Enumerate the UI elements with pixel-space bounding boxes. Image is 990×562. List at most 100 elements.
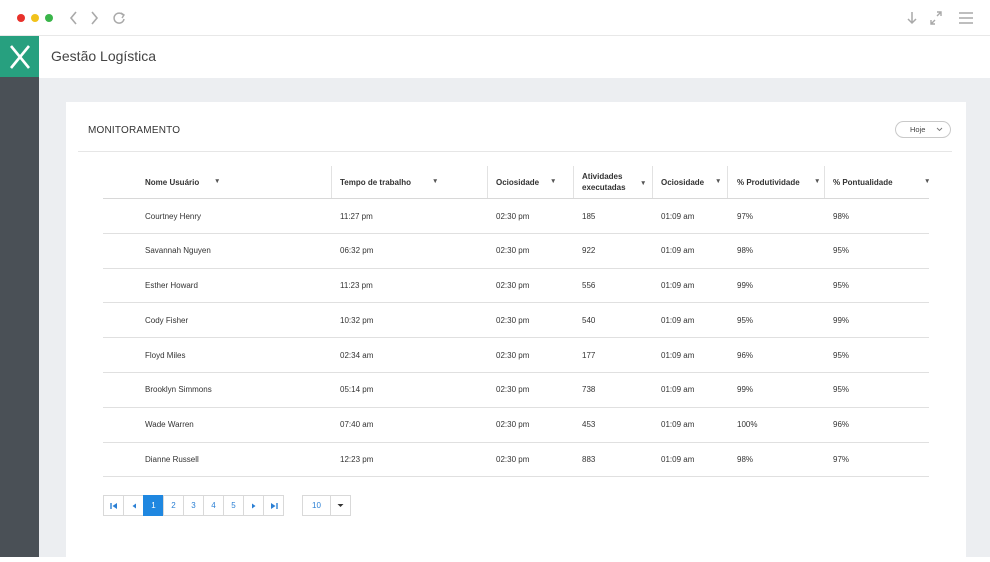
cell-ociosidade: 02:30 pm [496,211,530,221]
cell-tempo: 06:32 pm [340,246,374,256]
column-header-pontualidade[interactable]: % Pontualidade ▼ [833,166,930,198]
cell-tempo: 12:23 pm [340,455,374,465]
page-3-button[interactable]: 3 [183,495,204,516]
table-row[interactable]: Cody Fisher 10:32 pm 02:30 pm 540 01:09 am 95… [103,303,929,339]
cell-ociosidade: 02:30 pm [496,385,530,395]
cell-ociosidade: 02:30 pm [496,315,530,325]
table-row[interactable]: Courtney Henry 11:27 pm 02:30 pm 185 01:09 a… [103,199,929,234]
sort-arrow-icon[interactable]: ▼ [214,178,220,185]
column-header-tempo[interactable]: Tempo de trabalho ▼ [340,166,480,198]
table-row[interactable]: Floyd Miles 02:34 am 02:30 pm 177 01:09 am 96… [103,338,929,373]
column-header-produtividade[interactable]: % Produtividade ▼ [737,166,827,198]
column-divider [573,166,574,198]
column-header-nome[interactable]: Nome Usuário ▼ [145,166,325,198]
cell-atividades: 453 [582,420,596,430]
next-page-button[interactable] [243,495,264,516]
page-title: Gestão Logística [51,48,157,64]
cell-ociosidade-2: 01:09 am [661,385,695,395]
cell-pontualidade: 95% [833,350,850,360]
column-header-label: Ociosidade [661,177,705,187]
column-header-label: Tempo de trabalho [340,177,411,187]
caret-down-icon [337,504,344,507]
cell-nome: Brooklyn Simmons [145,385,212,395]
sort-arrow-icon[interactable]: ▼ [550,178,556,185]
hamburger-menu-icon[interactable] [958,9,974,27]
page-numbers: 12345 [143,495,244,516]
cell-atividades: 556 [582,281,596,291]
sidebar [0,36,39,557]
cell-nome: Courtney Henry [145,211,202,221]
cell-pontualidade: 95% [833,385,850,395]
cell-ociosidade: 02:30 pm [496,455,530,465]
cell-ociosidade-2: 01:09 am [661,246,695,256]
cell-ociosidade: 02:30 pm [496,246,530,256]
page-2-button[interactable]: 2 [163,495,184,516]
cell-ociosidade: 02:30 pm [496,350,530,360]
previous-page-button[interactable] [123,495,144,516]
page-size-value[interactable]: 10 [302,495,331,516]
page-1-button[interactable]: 1 [143,495,164,516]
table-row[interactable]: Dianne Russell 12:23 pm 02:30 pm 883 01:09 a… [103,443,929,478]
page-4-button[interactable]: 4 [203,495,224,516]
reload-icon[interactable] [112,9,128,27]
divider [78,151,952,152]
cell-produtividade: 99% [737,385,754,395]
table-header: Nome Usuário ▼ Tempo de trabalho ▼ Ocios… [103,166,930,199]
column-header-label: % Produtividade [737,177,800,187]
cell-ociosidade-2: 01:09 am [661,455,695,465]
first-page-icon [109,502,117,509]
sort-arrow-icon[interactable]: ▼ [715,178,721,185]
first-page-button[interactable] [103,495,124,516]
page-size-toggle[interactable] [330,495,351,516]
table-body: Courtney Henry 11:27 pm 02:30 pm 185 01:09 a… [103,199,929,478]
cell-tempo: 11:27 pm [340,211,373,221]
page-5-button[interactable]: 5 [223,495,244,516]
cell-pontualidade: 95% [833,281,850,291]
period-filter-label: Hoje [910,125,926,134]
table-row[interactable]: Savannah Nguyen 06:32 pm 02:30 pm 922 01:09 … [103,234,929,269]
cell-produtividade: 98% [737,455,754,465]
window-close-dot[interactable] [17,14,25,22]
cell-ociosidade-2: 01:09 am [661,350,695,360]
table-row[interactable]: Esther Howard 11:23 pm 02:30 pm 556 01:09 am… [103,269,929,304]
table-row[interactable]: Wade Warren 07:40 am 02:30 pm 453 01:09 am 10… [103,408,929,443]
main-content: MONITORAMENTO Hoje Nome Usuário ▼ Tempo … [39,78,990,562]
period-filter-dropdown[interactable]: Hoje [895,121,951,138]
cell-ociosidade-2: 01:09 am [661,281,695,291]
browser-toolbar [0,0,990,36]
monitoring-card: MONITORAMENTO Hoje Nome Usuário ▼ Tempo … [66,102,966,562]
table-row[interactable]: Brooklyn Simmons 05:14 pm 02:30 pm 738 01:09… [103,373,929,408]
app-logo[interactable] [0,36,39,77]
sort-arrow-icon[interactable]: ▼ [432,178,438,185]
cell-atividades: 738 [582,385,596,395]
window-maximize-dot[interactable] [45,14,53,22]
sort-arrow-icon[interactable]: ▼ [924,178,930,185]
column-header-label: Atividades [582,172,623,181]
cell-atividades: 185 [582,211,596,221]
cell-produtividade: 97% [737,211,754,221]
column-header-ociosidade-2[interactable]: Ociosidade ▼ [661,166,731,198]
cell-tempo: 02:34 am [340,350,374,360]
window-minimize-dot[interactable] [31,14,39,22]
cell-produtividade: 99% [737,281,754,291]
last-page-button[interactable] [263,495,284,516]
next-page-icon [251,503,255,508]
pagination: 12345 [103,495,284,516]
page-size-select[interactable]: 10 [302,495,351,516]
chevron-left-icon[interactable] [68,9,84,27]
cell-ociosidade-2: 01:09 am [661,315,695,325]
monitoring-table: Nome Usuário ▼ Tempo de trabalho ▼ Ocios… [103,166,930,478]
cell-nome: Dianne Russell [145,455,199,465]
cell-ociosidade-2: 01:09 am [661,420,695,430]
column-header-ociosidade[interactable]: Ociosidade ▼ [496,166,571,198]
column-header-atividades[interactable]: Atividades executadas ▼ [582,166,652,198]
column-divider [487,166,488,198]
chevron-right-icon[interactable] [89,9,105,27]
cell-tempo: 11:23 pm [340,281,373,291]
download-icon[interactable] [905,9,921,27]
sort-arrow-icon[interactable]: ▼ [640,178,646,189]
sort-arrow-icon[interactable]: ▼ [814,178,820,185]
cell-pontualidade: 96% [833,420,850,430]
cell-pontualidade: 97% [833,455,850,465]
expand-icon[interactable] [929,9,945,27]
